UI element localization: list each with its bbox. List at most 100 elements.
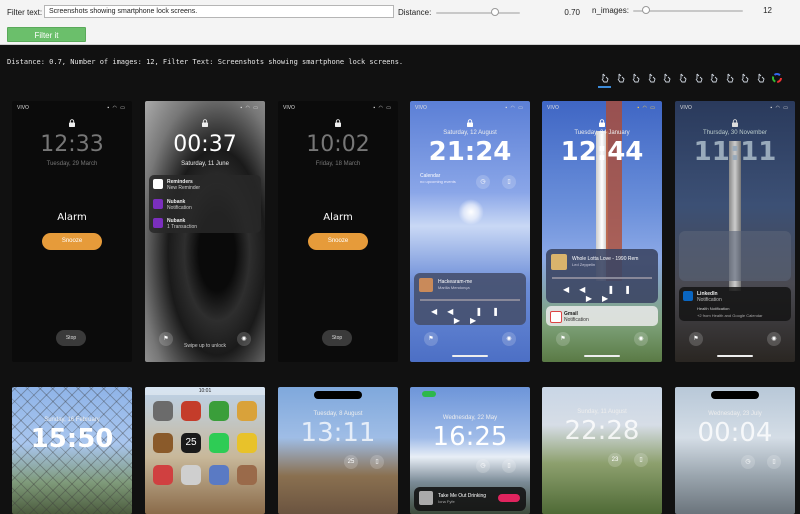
- flashlight-icon[interactable]: ⚑: [424, 332, 438, 346]
- status-icons: ▪ ◠ ▭: [770, 105, 789, 111]
- swipe-hint: Swipe up to unlock: [184, 343, 226, 349]
- rotate-tool-icon[interactable]: [709, 73, 719, 83]
- n-images-slider[interactable]: [633, 6, 743, 14]
- settings-app-icon[interactable]: [153, 401, 173, 421]
- progress-bar[interactable]: [420, 299, 520, 301]
- filter-text-label: Filter text:: [7, 8, 43, 17]
- battery-widget-icon: ▯: [634, 453, 648, 467]
- home-indicator: [452, 355, 488, 357]
- n-images-slider-handle[interactable]: [642, 6, 651, 14]
- select-tool-icon[interactable]: [631, 73, 641, 83]
- screenshot-7[interactable]: Sunday, 16 February 15:50: [12, 387, 132, 514]
- lock-date: Sunday, 16 February: [44, 417, 100, 423]
- screenshot-2[interactable]: ▪ ◠ ▭ 00:37 Saturday, 11 June Reminders …: [145, 101, 265, 362]
- dynamic-island: [314, 391, 362, 399]
- camera-icon[interactable]: ◉: [767, 332, 781, 346]
- nubank-icon: [153, 199, 163, 209]
- notification-stack[interactable]: LinkedIn Notification Health Notificatio…: [679, 287, 791, 321]
- stop-button[interactable]: Stop: [56, 330, 86, 346]
- notification-subtitle: Notification: [709, 306, 730, 311]
- carrier-label: VIVO: [415, 105, 427, 111]
- alarm-title: Alarm: [57, 212, 87, 223]
- filter-it-button[interactable]: Filter it: [7, 27, 86, 42]
- lock-icon: [335, 119, 341, 127]
- screenshot-10[interactable]: Wednesday, 22 May 16:25 ◷ ▯ Take Me Out …: [410, 387, 530, 514]
- news-app-icon[interactable]: [237, 465, 257, 485]
- distance-slider-handle[interactable]: [490, 8, 499, 16]
- screenshot-1[interactable]: VIVO ▪ ◠ ▭ 12:33 Tuesday, 29 March Alarm…: [12, 101, 132, 362]
- screenshot-5[interactable]: VIVO ▪ ◠ ▭ Tuesday, 24 January 12:44 Who…: [542, 101, 662, 362]
- screenshot-6[interactable]: VIVO ▪ ◠ ▭ Thursday, 30 November 11:11 L…: [675, 101, 795, 362]
- lock-date: Tuesday, 29 March: [46, 161, 98, 167]
- crop-tool-icon[interactable]: [662, 73, 672, 83]
- color-wheel-icon[interactable]: [771, 73, 782, 83]
- reset-tool-icon[interactable]: [740, 73, 750, 83]
- screenshot-9[interactable]: Tuesday, 8 August 13:11 25 ▯: [278, 387, 398, 514]
- notification-subtitle: 1 Transaction: [167, 224, 198, 230]
- flip-tool-icon[interactable]: [725, 73, 735, 83]
- lock-date: Saturday, 11 June: [181, 161, 229, 167]
- stop-button[interactable]: Stop: [322, 330, 352, 346]
- lock-time: 10:02: [306, 132, 370, 157]
- playback-controls[interactable]: ◀◀ ❚❚ ▶▶: [414, 307, 526, 325]
- status-icons: ▪ ◠ ▭: [107, 105, 126, 111]
- carrier-label: VIVO: [283, 105, 295, 111]
- screenshot-11[interactable]: Sunday, 11 August 22:28 23 ▯: [542, 387, 662, 514]
- status-icons: ▪ ◠ ▭: [505, 105, 524, 111]
- media-player[interactable]: Hackearam-me Marilia Mendonça ◀◀ ❚❚ ▶▶: [414, 273, 526, 325]
- snooze-button[interactable]: Snooze: [42, 233, 102, 250]
- notification-card[interactable]: Gmail Notification: [546, 306, 658, 326]
- whatsapp-app-icon[interactable]: [209, 433, 229, 453]
- more-notifications: +2 from Health and Google Calendar: [697, 313, 763, 318]
- status-bar-time: 10:01: [145, 387, 265, 395]
- lock-time: 16:25: [432, 422, 508, 452]
- notification-subtitle: Notification: [697, 297, 722, 303]
- reminders-app-icon[interactable]: [181, 465, 201, 485]
- camera-icon[interactable]: ◉: [634, 332, 648, 346]
- calendar-app-icon[interactable]: 25: [181, 433, 201, 453]
- snapchat-app-icon[interactable]: [237, 433, 257, 453]
- song-artist: Marilia Mendonça: [438, 285, 470, 290]
- lock-date: Thursday, 30 November: [703, 130, 767, 136]
- flashlight-icon[interactable]: ⚑: [689, 332, 703, 346]
- maps-app-icon[interactable]: [209, 401, 229, 421]
- filter-text-input[interactable]: Screenshots showing smartphone lock scre…: [44, 5, 394, 18]
- mail-app-icon[interactable]: [153, 465, 173, 485]
- lock-date: Wednesday, 22 May: [442, 415, 498, 421]
- screenshot-12[interactable]: Wednesday, 23 July 00:04 ◷ ▯: [675, 387, 795, 514]
- screenshot-3[interactable]: VIVO ▪ ◠ ▭ 10:02 Friday, 18 March Alarm …: [278, 101, 398, 362]
- camera-icon[interactable]: ◉: [502, 332, 516, 346]
- save-tool-icon[interactable]: [756, 73, 766, 83]
- distance-slider[interactable]: [436, 8, 520, 16]
- album-art: [419, 491, 433, 505]
- status-icons: ▪ ◠ ▭: [637, 105, 656, 111]
- game-app-icon-2[interactable]: [237, 401, 257, 421]
- status-icons: ▪ ◠ ▭: [240, 105, 259, 111]
- notification-subtitle: New Reminder: [167, 185, 201, 191]
- screenshot-4[interactable]: VIVO ▪ ◠ ▭ Saturday, 12 August 21:24 Cal…: [410, 101, 530, 362]
- books-app-icon[interactable]: [153, 433, 173, 453]
- calendar-widget-sub: no upcoming events: [420, 179, 456, 184]
- game-app-icon[interactable]: [181, 401, 201, 421]
- album-button[interactable]: [498, 494, 520, 502]
- snooze-button[interactable]: Snooze: [308, 233, 368, 250]
- media-player[interactable]: Whole Lotta Love - 1990 Rem Led Zeppelin…: [546, 249, 658, 303]
- brush-tool-icon[interactable]: [678, 73, 688, 83]
- lock-time: 00:37: [173, 132, 237, 157]
- pan-tool-icon[interactable]: [600, 73, 610, 83]
- lasso-tool-icon[interactable]: [647, 73, 657, 83]
- eraser-tool-icon[interactable]: [694, 73, 704, 83]
- zoom-tool-icon[interactable]: [616, 73, 626, 83]
- media-player[interactable]: Take Me Out Drinking Iona Fyfe: [414, 487, 526, 511]
- lock-time: 12:33: [40, 132, 104, 157]
- lock-icon: [732, 119, 738, 127]
- calendar-ring-widget: 23: [608, 453, 622, 467]
- playback-controls[interactable]: ◀◀ ❚❚ ▶▶: [546, 285, 658, 303]
- flashlight-icon[interactable]: ⚑: [556, 332, 570, 346]
- progress-bar[interactable]: [552, 277, 652, 279]
- reminders-icon: [153, 179, 163, 189]
- screenshot-8[interactable]: 10:01 25: [145, 387, 265, 514]
- notification-stack[interactable]: Reminders New Reminder Nubank Notificati…: [149, 175, 261, 233]
- calendar-ring-widget: 25: [344, 455, 358, 469]
- photos-app-icon[interactable]: [209, 465, 229, 485]
